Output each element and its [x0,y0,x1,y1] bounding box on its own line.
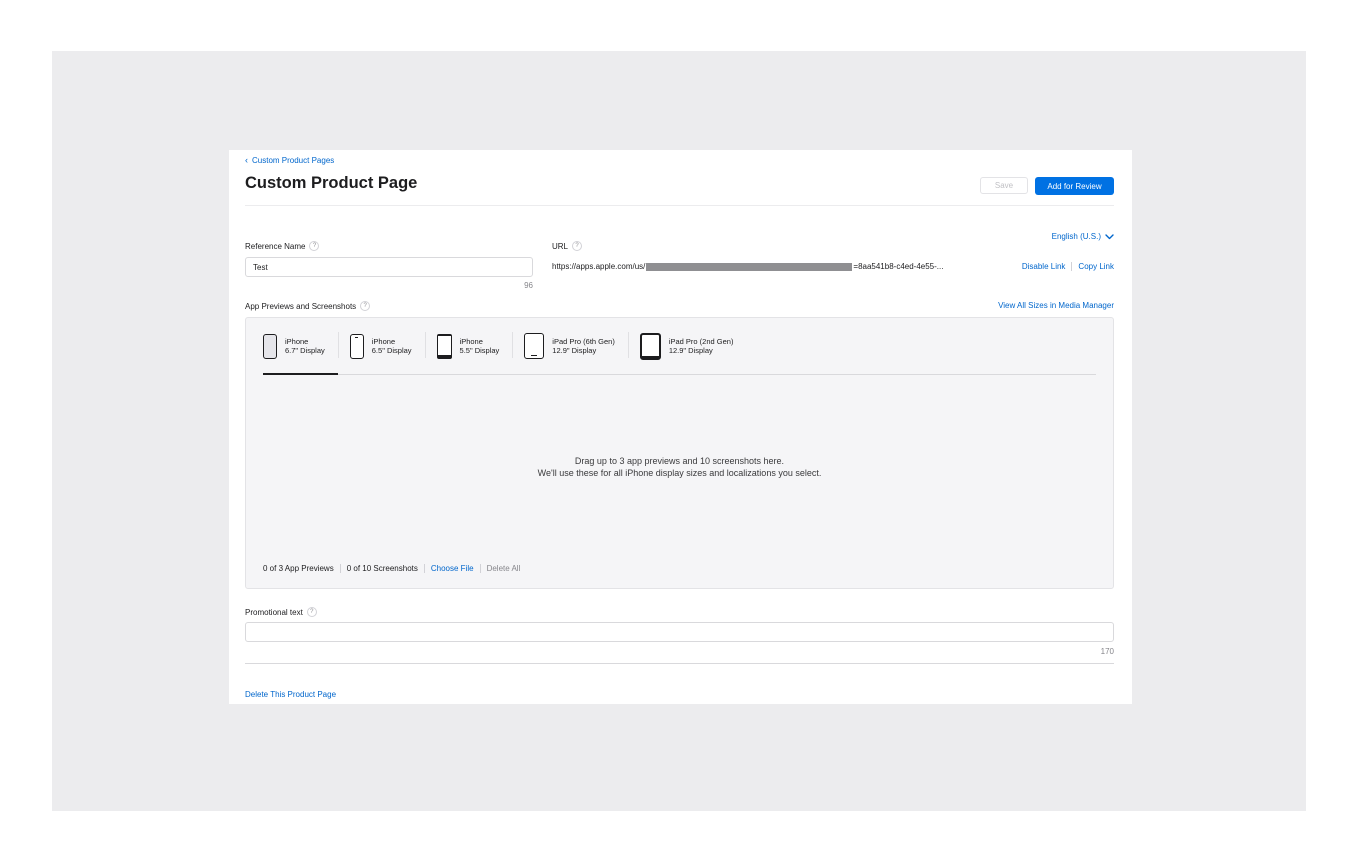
reference-name-value: Test [253,262,268,272]
dropzone-line-1: Drag up to 3 app previews and 10 screens… [574,456,785,466]
ipad-pro-2nd-icon [639,332,661,360]
tab-label: iPhone 6.5" Display [372,337,412,355]
tab-divider [337,332,339,358]
dropzone-instructions: Drag up to 3 app previews and 10 screens… [246,455,1113,479]
tab-ipad-pro-2nd[interactable]: iPad Pro (2nd Gen) 12.9" Display [627,330,747,362]
promotional-text-input[interactable] [245,622,1114,642]
add-for-review-button[interactable]: Add for Review [1035,177,1114,195]
chevron-down-icon [1105,233,1114,239]
tab-device-name: iPad Pro (2nd Gen) [668,337,734,346]
promotional-text-counter: 170 [1100,647,1114,656]
page-title: Custom Product Page [245,174,418,192]
chevron-left-icon: ‹ [245,155,248,165]
help-icon[interactable]: ? [306,607,317,617]
media-section-label: App Previews and Screenshots ? [245,301,371,311]
help-icon[interactable]: ? [572,241,583,251]
reference-name-label: Reference Name ? [245,241,320,251]
url-label: URL ? [552,241,583,251]
tab-device-name: iPad Pro (6th Gen) [552,337,615,346]
screenshots-count: 0 of 10 Screenshots [346,564,418,573]
tab-device-name: iPhone [459,337,483,346]
iphone-65-icon [349,333,364,359]
footer-separator [479,564,481,573]
tab-device-name: iPhone [285,337,309,346]
breadcrumb[interactable]: ‹ Custom Product Pages [245,155,334,166]
tab-divider [627,332,629,358]
tab-device-name: iPhone [371,337,396,346]
breadcrumb-label[interactable]: Custom Product Pages [252,156,334,165]
help-icon[interactable]: ? [360,301,371,311]
tab-display-size: 5.5" Display [459,346,500,355]
language-selector[interactable]: English (U.S.) [989,232,1114,241]
promotional-text-label: Promotional text ? [245,607,317,617]
copy-link-button[interactable]: Copy Link [1078,262,1114,271]
app-previews-count: 0 of 3 App Previews [263,564,334,573]
product-page-card: ‹ Custom Product Pages Custom Product Pa… [229,150,1132,704]
url-label-text: URL [552,241,569,251]
media-dropzone[interactable]: iPhone 6.7" Display iPhone 6.5" Display [245,317,1114,589]
header-divider [245,205,1114,206]
tab-display-size: 12.9" Display [552,346,597,355]
media-footer: 0 of 3 App Previews 0 of 10 Screenshots … [263,564,520,573]
tab-iphone-65[interactable]: iPhone 6.5" Display [337,330,425,362]
tab-display-size: 6.7" Display [285,346,325,355]
delete-all-button[interactable]: Delete All [487,564,521,573]
reference-name-label-text: Reference Name [245,241,306,251]
tab-label: iPhone 5.5" Display [460,337,500,355]
choose-file-button[interactable]: Choose File [431,564,474,573]
ipad-pro-6th-icon [524,333,545,359]
save-button[interactable]: Save [980,177,1028,194]
iphone-55-icon [436,333,452,359]
reference-name-counter: 96 [524,281,533,290]
tab-iphone-55[interactable]: iPhone 5.5" Display [424,330,513,362]
view-all-sizes-link[interactable]: View All Sizes in Media Manager [929,301,1114,310]
tab-display-size: 12.9" Display [668,346,713,355]
tab-display-size: 6.5" Display [371,346,412,355]
language-label[interactable]: English (U.S.) [1052,232,1101,241]
tab-divider [512,332,514,358]
media-section-label-text: App Previews and Screenshots [245,301,357,311]
redaction-bar [646,262,853,271]
device-tabs: iPhone 6.7" Display iPhone 6.5" Display [263,330,1096,375]
tab-iphone-67[interactable]: iPhone 6.7" Display [263,330,338,375]
url-row: https://apps.apple.com/us/ =8aa541b8-c4e… [552,262,1114,271]
delete-product-page-link[interactable]: Delete This Product Page [245,690,336,699]
url-prefix: https://apps.apple.com/us/ [552,262,646,271]
disable-link-button[interactable]: Disable Link [1022,262,1066,271]
promotional-text-label-text: Promotional text [245,607,303,617]
tab-label: iPad Pro (2nd Gen) 12.9" Display [669,337,734,355]
dropzone-line-2: We'll use these for all iPhone display s… [537,468,822,478]
footer-separator [339,564,341,573]
link-separator [1071,262,1073,271]
tab-divider [424,332,426,358]
tab-label: iPad Pro (6th Gen) 12.9" Display [552,337,615,355]
reference-name-input[interactable]: Test [245,257,533,277]
tab-ipad-pro-6th[interactable]: iPad Pro (6th Gen) 12.9" Display [512,330,628,362]
help-icon[interactable]: ? [309,241,320,251]
section-divider [245,663,1114,664]
tab-label: iPhone 6.7" Display [285,337,325,355]
url-suffix: =8aa541b8-c4ed-4e55-... [853,262,944,271]
iphone-67-icon [263,333,277,359]
footer-separator [423,564,425,573]
